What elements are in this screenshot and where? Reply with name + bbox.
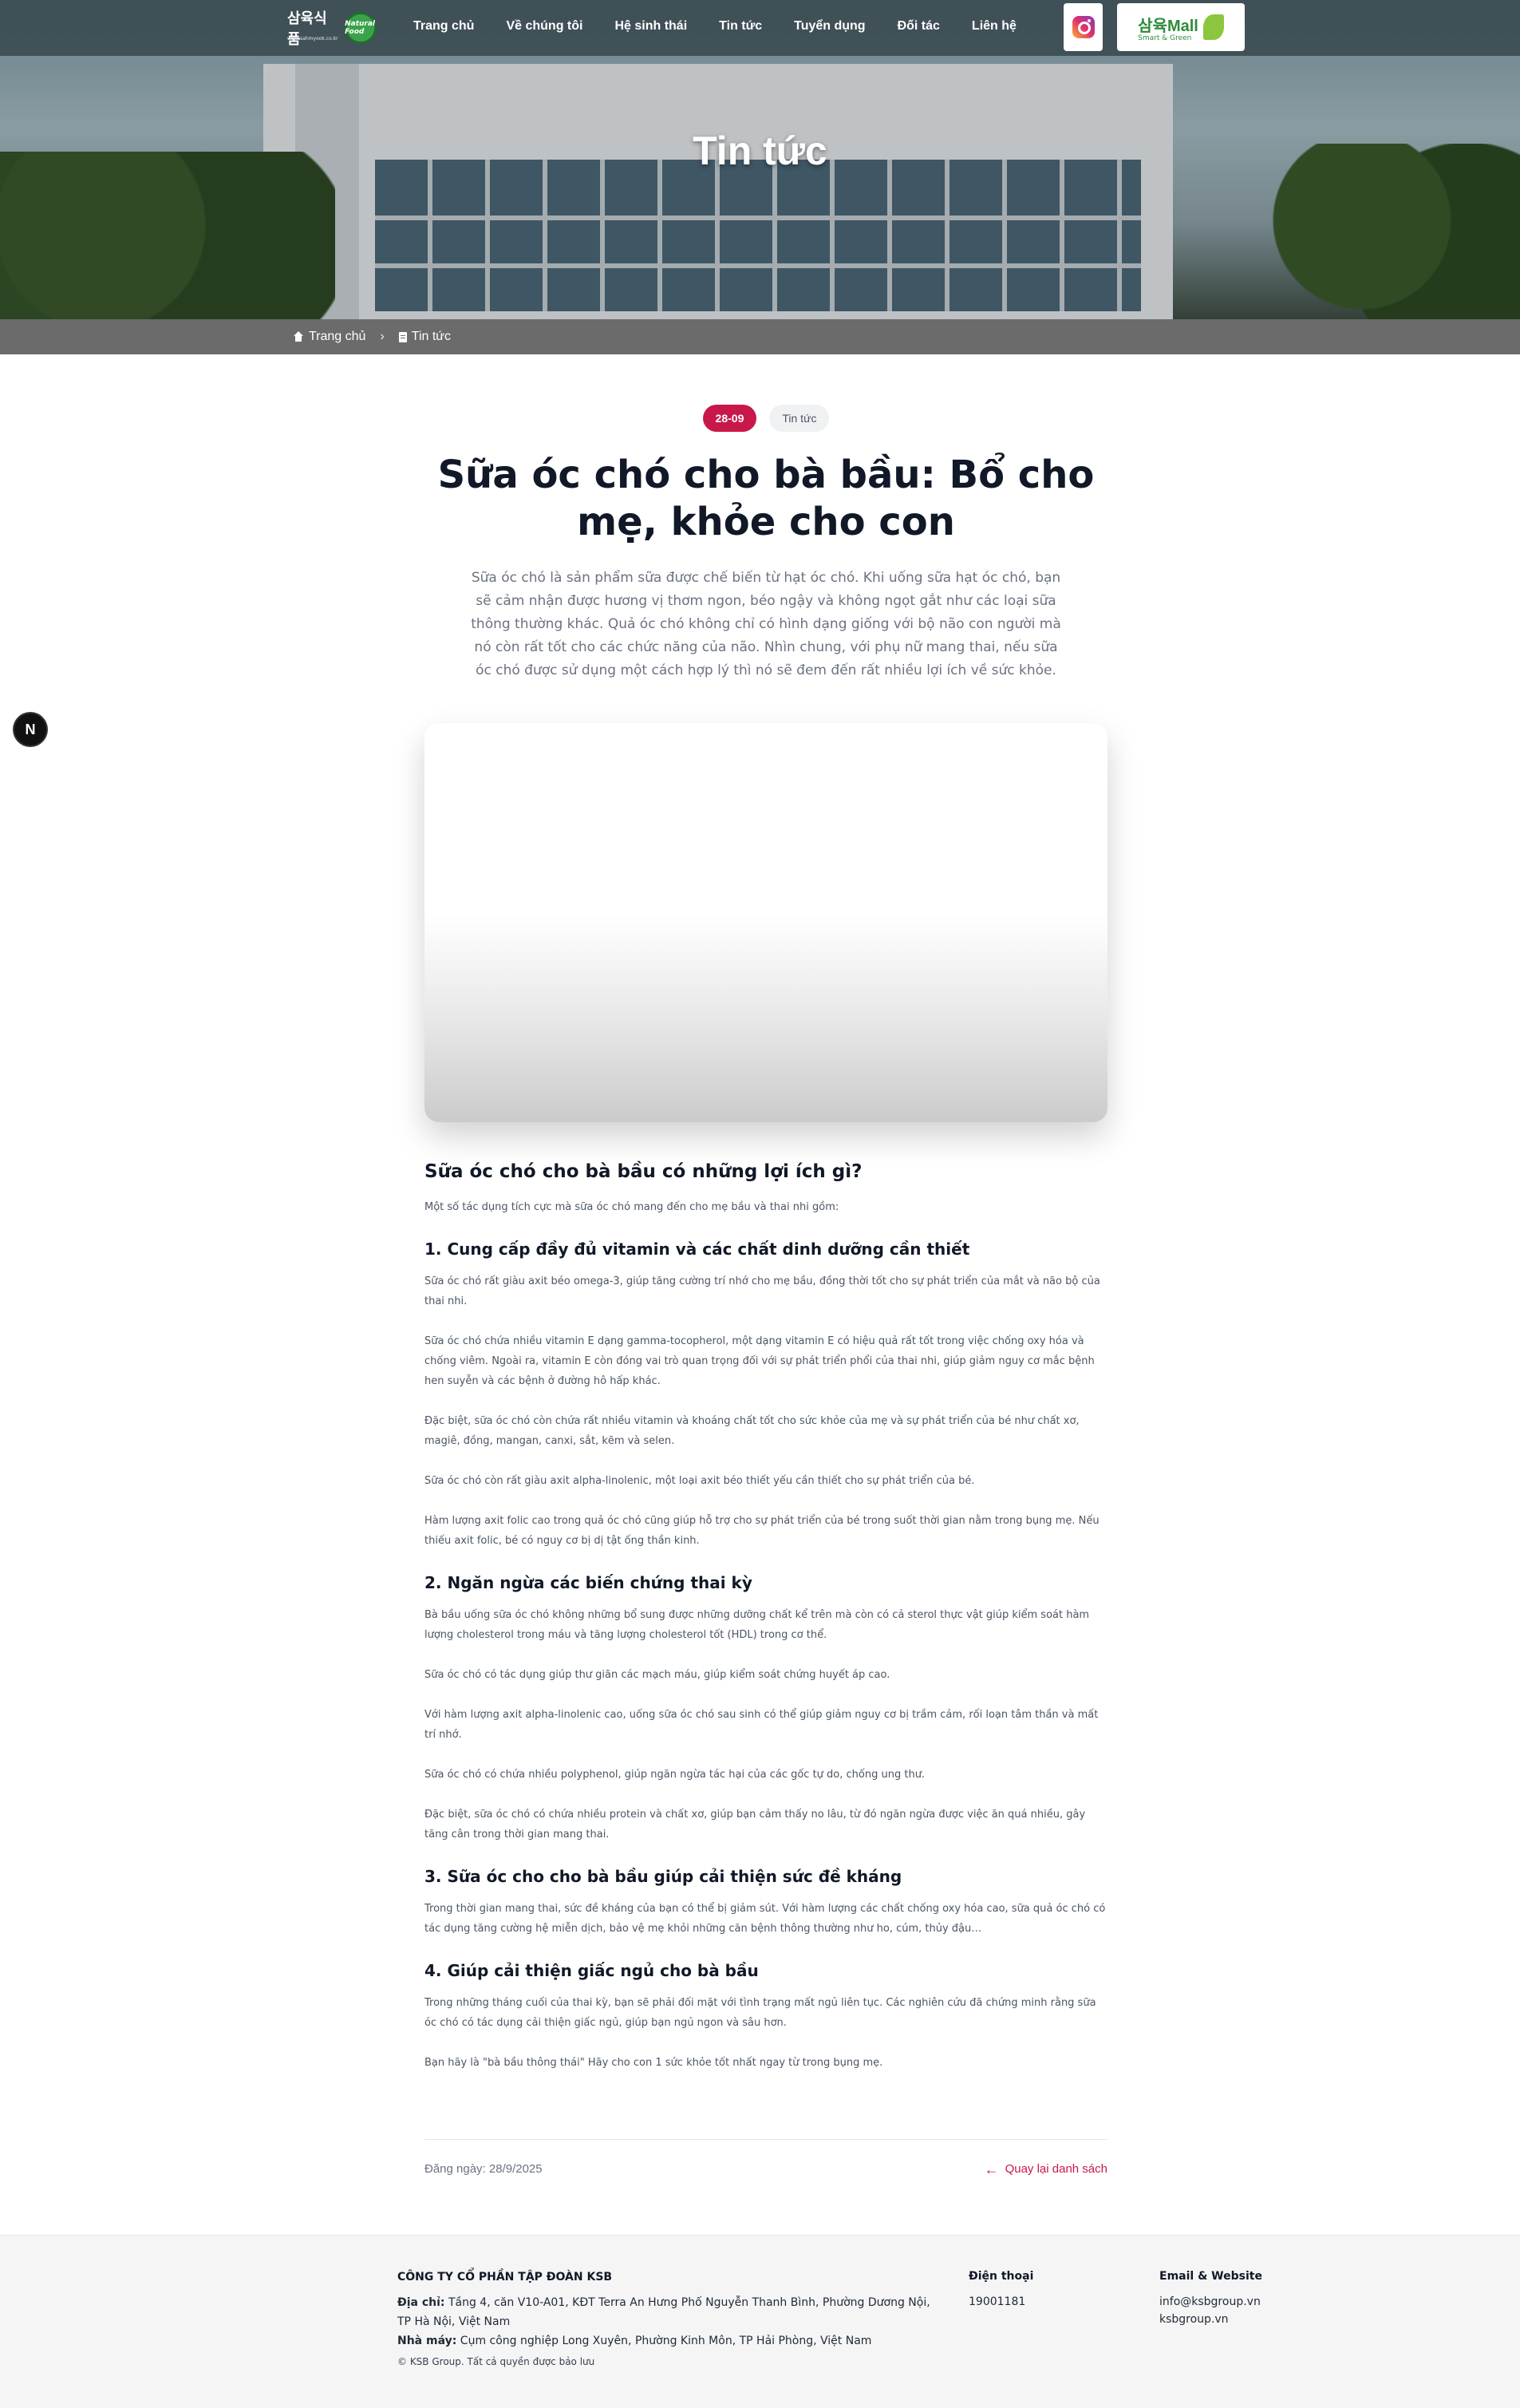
email-title: Email & Website	[1159, 2270, 1262, 2283]
phone-title: Điện thoại	[969, 2270, 1034, 2283]
mall-label: 삼육Mall	[1138, 17, 1198, 35]
address-value: Tầng 4, căn V10-A01, KĐT Terra An Hưng P…	[397, 2296, 930, 2328]
breadcrumb-home-label: Trang chủ	[309, 330, 366, 343]
home-icon	[293, 331, 304, 342]
footer-company-info: CÔNG TY CỔ PHẦN TẬP ĐOÀN KSB Địa chỉ: Tầ…	[397, 2268, 940, 2371]
hero-banner: 삼육식품 Natural Food www.sahmyook.co.kr Tra…	[0, 0, 1520, 319]
section-heading: Sữa óc chó cho bà bầu có những lợi ích g…	[424, 1161, 863, 1182]
paragraph: Sữa óc chó có tác dụng giúp thư giãn các…	[424, 1669, 890, 1681]
email-link[interactable]: info@ksbgroup.vn	[1159, 2293, 1262, 2311]
article-lead: Sữa óc chó là sản phẩm sữa được chế biến…	[471, 570, 1061, 678]
paragraph: Đặc biệt, sữa óc chó có chứa nhiều prote…	[424, 1809, 1086, 1841]
breadcrumb-home[interactable]: Trang chủ	[293, 330, 365, 344]
paragraph: Một số tác dụng tích cực mà sữa óc chó m…	[424, 1201, 839, 1213]
logo-text: 삼육식품	[287, 10, 327, 48]
paragraph: Bạn hãy là "bà bầu thông thái" Hãy cho c…	[424, 2057, 883, 2069]
company-address: Địa chỉ: Tầng 4, căn V10-A01, KĐT Terra …	[397, 2293, 940, 2331]
instagram-icon	[1072, 16, 1095, 38]
website-link[interactable]: ksbgroup.vn	[1159, 2311, 1262, 2328]
article-footer: Đăng ngày: 28/9/2025 ← Quay lại danh sác…	[424, 2139, 1107, 2198]
site-logo[interactable]: 삼육식품 Natural Food www.sahmyook.co.kr	[287, 10, 377, 48]
top-navigation-bar: 삼육식품 Natural Food www.sahmyook.co.kr Tra…	[0, 0, 1520, 56]
nav-ecosystem[interactable]: Hệ sinh thái	[614, 19, 687, 34]
nav-partners[interactable]: Đối tác	[898, 19, 940, 34]
breadcrumb-bar: Trang chủ › Tin tức	[0, 319, 1520, 354]
subsection-heading: 2. Ngăn ngừa các biến chứng thai kỳ	[424, 1573, 752, 1592]
site-footer: CÔNG TY CỔ PHẦN TẬP ĐOÀN KSB Địa chỉ: Tầ…	[0, 2235, 1520, 2408]
instagram-button[interactable]	[1064, 3, 1103, 51]
paragraph: Sữa óc chó còn rất giàu axit alpha-linol…	[424, 1475, 975, 1487]
chevron-right-icon: ›	[380, 330, 385, 343]
nav-about[interactable]: Về chúng tôi	[506, 19, 582, 34]
breadcrumb: Trang chủ › Tin tức	[293, 330, 451, 344]
mall-leaf-icon	[1202, 14, 1224, 40]
paragraph: Trong những tháng cuối của thai kỳ, bạn …	[424, 1997, 1096, 2029]
article-title: Sữa óc chó cho bà bầu: Bổ cho mẹ, khỏe c…	[437, 453, 1095, 544]
article-content: Sữa óc chó cho bà bầu có những lợi ích g…	[424, 1159, 1107, 2093]
factory-label: Nhà máy:	[397, 2335, 457, 2347]
subsection-heading: 1. Cung cấp đầy đủ vitamin và các chất d…	[424, 1240, 970, 1259]
subsection-heading: 3. Sữa óc cho cho bà bầu giúp cải thiện …	[424, 1867, 902, 1886]
company-factory: Nhà máy: Cụm công nghiệp Long Xuyên, Phư…	[397, 2331, 940, 2351]
article-meta: 28-09 Tin tức	[424, 405, 1107, 432]
feature-image	[424, 723, 1107, 1122]
paragraph: Đặc biệt, sữa óc chó còn chứa rất nhiều …	[424, 1415, 1080, 1447]
address-label: Địa chỉ:	[397, 2296, 445, 2309]
paragraph: Hàm lượng axit folic cao trong quả óc ch…	[424, 1515, 1100, 1547]
copyright: © KSB Group. Tất cả quyền được bảo lưu	[397, 2356, 595, 2367]
factory-value: Cụm công nghiệp Long Xuyên, Phường Kinh …	[460, 2335, 872, 2347]
arrow-left-icon: ←	[984, 2161, 999, 2177]
paragraph: Với hàm lượng axit alpha-linolenic cao, …	[424, 1709, 1099, 1741]
date-badge: 28-09	[702, 405, 757, 432]
category-badge: Tin tức	[769, 405, 830, 432]
nav-contact[interactable]: Liên hệ	[972, 19, 1017, 34]
breadcrumb-current-label: Tin tức	[411, 330, 452, 343]
main-nav: Trang chủ Về chúng tôi Hệ sinh thái Tin …	[413, 19, 1048, 34]
nav-news[interactable]: Tin tức	[719, 19, 762, 34]
footer-email-column: Email & Website info@ksbgroup.vn ksbgrou…	[1159, 2268, 1262, 2328]
subsection-heading: 4. Giúp cải thiện giấc ngủ cho bà bầu	[424, 1961, 759, 1980]
footer-phone-column: Điện thoại 19001181	[969, 2268, 1033, 2311]
mall-button[interactable]: 삼육Mall Smart & Green	[1117, 3, 1245, 51]
paragraph: Sữa óc chó có chứa nhiều polyphenol, giú…	[424, 1769, 926, 1781]
paragraph: Trong thời gian mang thai, sức đề kháng …	[424, 1903, 1106, 1935]
paragraph: Sữa óc chó chứa nhiều vitamin E dạng gam…	[424, 1335, 1095, 1387]
company-name: CÔNG TY CỔ PHẦN TẬP ĐOÀN KSB	[397, 2271, 613, 2283]
nav-careers[interactable]: Tuyển dụng	[794, 19, 865, 34]
paragraph: Bà bầu uống sữa óc chó không những bổ su…	[424, 1609, 1090, 1641]
post-date: Đăng ngày: 28/9/2025	[424, 2162, 543, 2176]
phone-link[interactable]: 19001181	[969, 2295, 1025, 2308]
document-icon	[398, 331, 407, 342]
back-to-list-link[interactable]: ← Quay lại danh sách	[985, 2162, 1107, 2177]
floating-n-badge[interactable]: N	[14, 714, 46, 745]
logo-subtext: www.sahmyook.co.kr	[287, 36, 338, 42]
hero-title: Tin tức	[693, 129, 827, 173]
paragraph: Sữa óc chó rất giàu axit béo omega-3, gi…	[424, 1275, 1100, 1307]
nav-home[interactable]: Trang chủ	[413, 19, 474, 34]
mall-tagline: Smart & Green	[1138, 34, 1192, 42]
back-to-list-label: Quay lại danh sách	[1005, 2162, 1107, 2176]
logo-badge-icon: Natural Food	[345, 12, 377, 44]
breadcrumb-current: Tin tức	[398, 330, 452, 344]
